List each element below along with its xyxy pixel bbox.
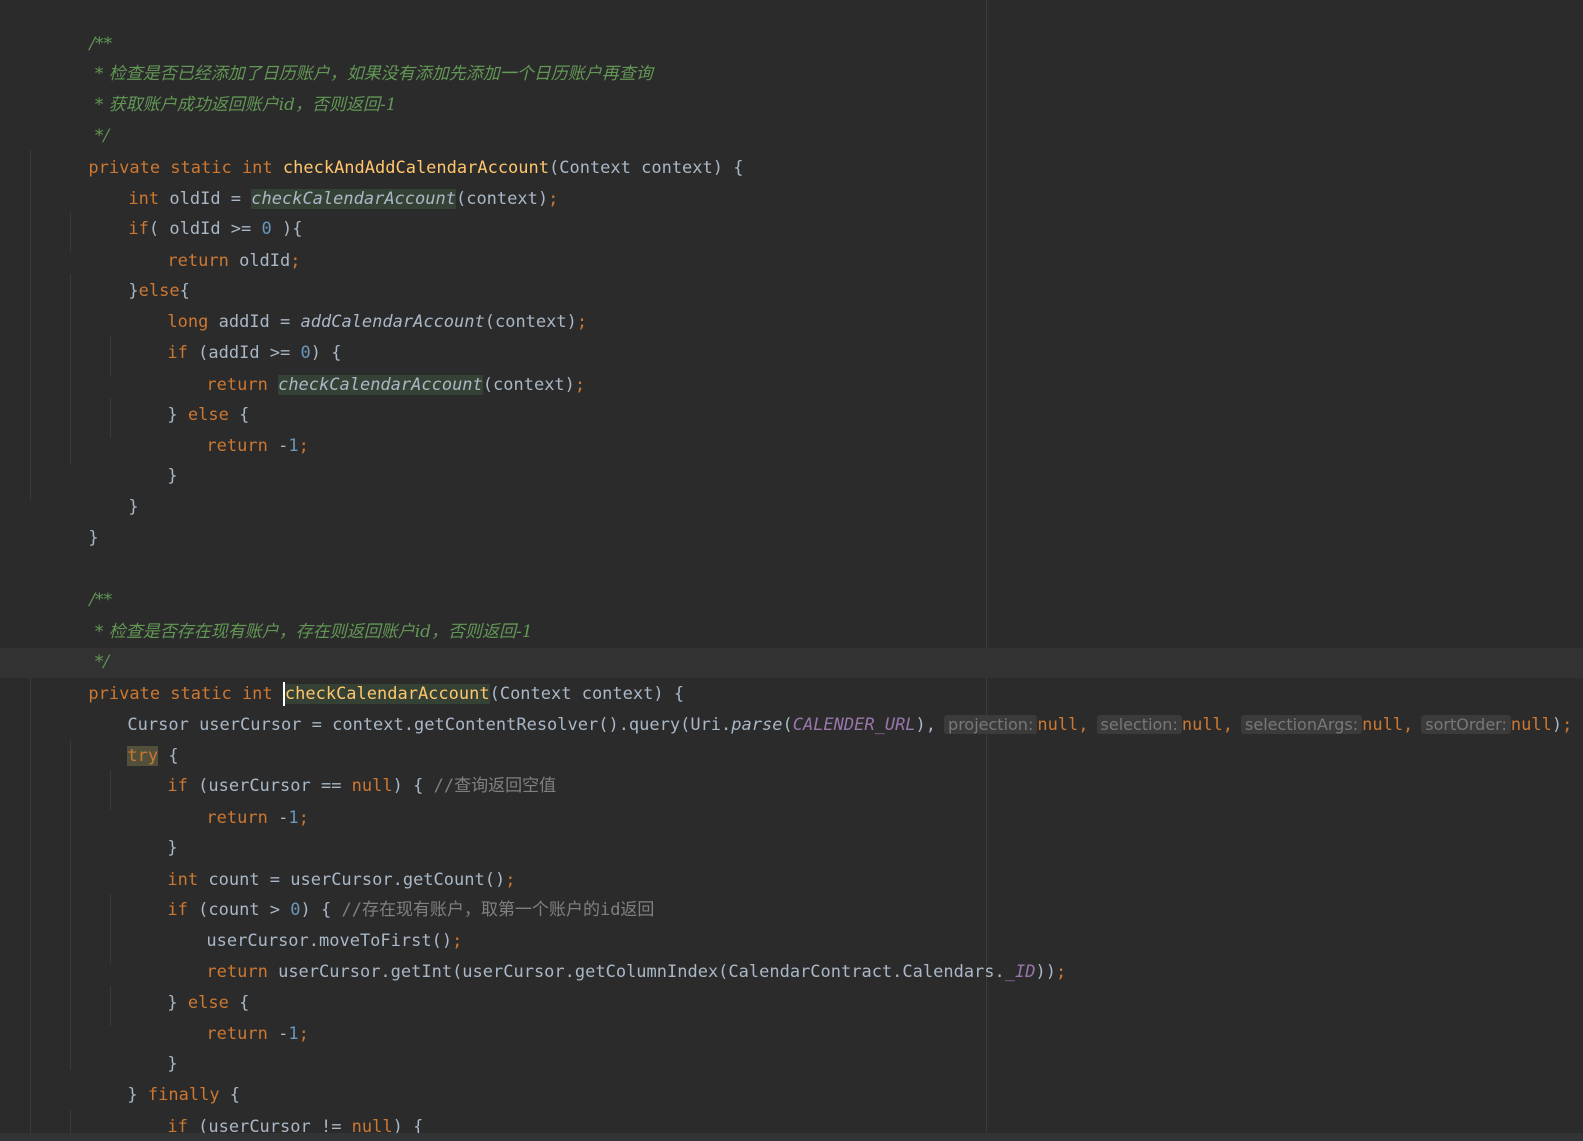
semicolon: ; <box>1055 962 1067 982</box>
code-line: if (userCursor != null) { <box>106 1081 423 1137</box>
semicolon: ; <box>548 189 559 209</box>
code-line: } <box>106 1018 177 1074</box>
code-line: return userCursor.getInt(userCursor.getC… <box>145 926 1066 982</box>
code-line: Cursor userCursor = context.getContentRe… <box>66 678 1572 735</box>
horizontal-scrollbar[interactable] <box>0 1133 1583 1141</box>
operator: - <box>278 808 289 828</box>
parameter-hint-projection: projection: <box>944 715 1038 734</box>
comma: , <box>1222 715 1234 735</box>
identifier: oldId <box>239 251 291 271</box>
keyword: null <box>1037 715 1079 735</box>
call-args: (context) <box>482 375 575 395</box>
doc-comment: * 获取账户成功返回账户id，否则返回-1 <box>89 95 397 115</box>
parameter-hint-sort-order: sortOrder: <box>1421 715 1511 734</box>
semicolon: ; <box>298 808 309 828</box>
constant[interactable]: _ID <box>1005 962 1036 982</box>
keyword: return <box>206 808 279 828</box>
semicolon: ; <box>290 251 301 271</box>
operator: - <box>278 436 289 456</box>
number: 1 <box>288 808 299 828</box>
code-line: return -1; <box>145 988 308 1044</box>
semicolon: ; <box>574 375 586 395</box>
paren: )) <box>1035 962 1056 982</box>
code-line: } <box>106 802 177 858</box>
code-line: } <box>106 430 177 486</box>
statement: Cursor userCursor = context.getContentRe… <box>127 715 732 735</box>
code-line: /** <box>28 0 112 54</box>
code-line: long addId = addCalendarAccount(context)… <box>106 276 587 332</box>
code-line: } <box>27 492 98 548</box>
paren: ), <box>915 715 937 735</box>
code-line: */ <box>28 90 109 146</box>
code-line: try { <box>66 710 179 766</box>
code-line: /** <box>28 554 112 610</box>
code-line: int count = userCursor.getCount(); <box>106 834 515 890</box>
operator: - <box>278 1024 289 1044</box>
code-line: } else { <box>106 369 249 425</box>
code-line: if (userCursor == null) { //查询返回空值 <box>106 740 556 796</box>
statement: userCursor.getInt(userCursor.getColumnIn… <box>278 962 1005 982</box>
parameter-hint-selection: selection: <box>1096 715 1182 734</box>
code-line: * 检查是否已经添加了日历账户，如果没有添加先添加一个日历账户再查询 <box>28 28 653 84</box>
brace: } <box>167 466 178 486</box>
code-line: return oldId; <box>106 215 300 271</box>
paren: ( <box>782 715 793 735</box>
brace: } <box>128 497 139 517</box>
constant[interactable]: CALENDER_URL <box>793 715 916 735</box>
code-line: private static int checkAndAddCalendarAc… <box>27 122 743 178</box>
code-line: return -1; <box>145 400 308 456</box>
brace: ) { <box>392 776 424 796</box>
code-line: if (addId >= 0) { <box>106 307 341 363</box>
call-args: (context) <box>455 189 549 209</box>
code-line: if (count > 0) { //存在现有账户，取第一个账户的id返回 <box>106 864 654 920</box>
semicolon: ; <box>1562 715 1573 735</box>
code-line: userCursor.moveToFirst(); <box>145 895 462 951</box>
brace: } <box>88 528 99 548</box>
code-line: return checkCalendarAccount(context); <box>145 339 585 395</box>
code-line: }else{ <box>67 245 189 301</box>
code-line: int oldId = checkCalendarAccount(context… <box>67 153 558 209</box>
code-line: } else { <box>106 957 249 1013</box>
code-line: return -1; <box>145 772 308 828</box>
parameter-hint-selection-args: selectionArgs: <box>1241 715 1363 734</box>
code-editor[interactable]: /** * 检查是否已经添加了日历账户，如果没有添加先添加一个日历账户再查询 *… <box>0 0 1583 1141</box>
code-line: } finally { <box>66 1049 240 1105</box>
semicolon: ; <box>298 1024 309 1044</box>
keyword: null <box>351 776 393 796</box>
indent-guide <box>30 678 31 1133</box>
number: 1 <box>288 1024 299 1044</box>
semicolon: ; <box>576 312 588 332</box>
comma: , <box>1078 715 1089 735</box>
method-call[interactable]: parse <box>731 715 782 735</box>
call-args: (context) <box>484 312 577 332</box>
keyword: null <box>1510 715 1552 735</box>
paren: ) <box>1551 715 1563 735</box>
code-line: * 获取账户成功返回账户id，否则返回-1 <box>28 59 397 115</box>
doc-comment: * 检查是否存在现有账户，存在则返回账户id，否则返回-1 <box>89 622 533 642</box>
code-line: if( oldId >= 0 ){ <box>67 183 302 239</box>
keyword: return <box>206 1024 279 1044</box>
semicolon: ; <box>298 436 309 456</box>
code-line: */ <box>28 616 109 672</box>
number: 1 <box>288 436 299 456</box>
code-line: } <box>67 461 138 517</box>
line-comment: //查询返回空值 <box>433 776 557 796</box>
keyword: null <box>1362 715 1404 735</box>
comma: , <box>1403 715 1414 735</box>
method-params: (Context context) { <box>549 158 744 178</box>
method-call[interactable]: checkCalendarAccount <box>278 375 483 395</box>
code-line-current: private static int checkCalendarAccount(… <box>27 648 684 706</box>
keyword: return <box>206 436 279 456</box>
code-line: * 检查是否存在现有账户，存在则返回账户id，否则返回-1 <box>28 586 533 642</box>
keyword: null <box>1181 715 1223 735</box>
